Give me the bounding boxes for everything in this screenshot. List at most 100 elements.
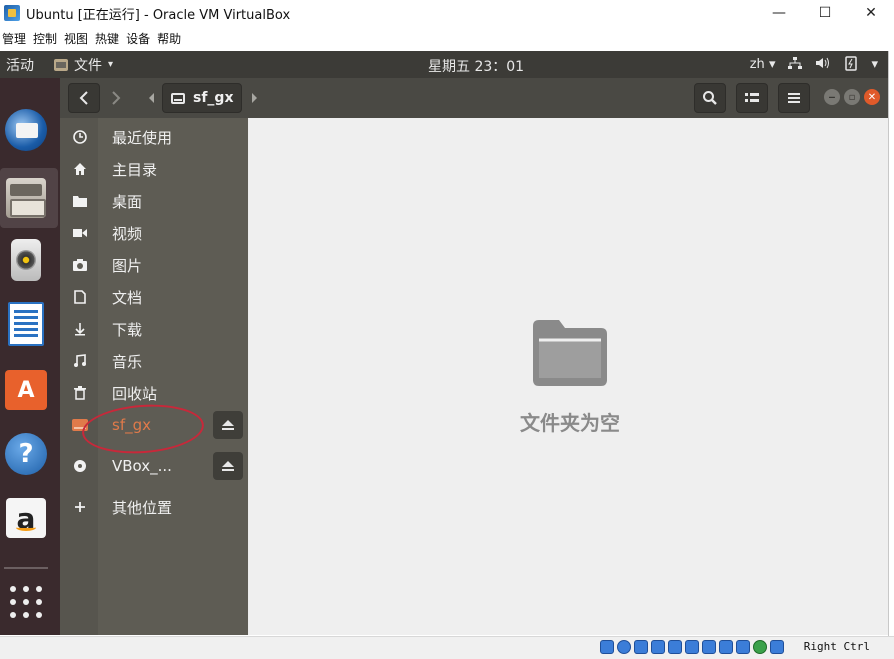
video-capture-icon[interactable]	[719, 640, 733, 654]
display-icon[interactable]	[702, 640, 716, 654]
volume-icon[interactable]	[815, 56, 831, 74]
music-icon	[72, 353, 88, 369]
files-launcher[interactable]	[4, 176, 48, 220]
network-icon[interactable]	[787, 56, 803, 74]
sidebar-item-label: 图片	[112, 256, 143, 275]
host-window-controls: — ☐ ✕	[756, 0, 894, 26]
rhythmbox-launcher[interactable]	[4, 238, 48, 282]
path-scroll-right[interactable]	[246, 83, 262, 113]
host-status-bar: Right Ctrl	[0, 636, 894, 659]
window-buttons: ‒ ▫ ✕	[824, 89, 880, 105]
empty-folder-message: 文件夹为空	[520, 411, 620, 435]
path-bar-current[interactable]: sf_gx	[162, 83, 242, 113]
trash-icon	[72, 385, 88, 401]
chevron-left-icon	[79, 91, 88, 105]
virtualization-icon[interactable]	[736, 640, 750, 654]
view-toggle-button[interactable]	[736, 83, 768, 113]
close-window-button[interactable]: ✕	[864, 89, 880, 105]
audio-icon[interactable]	[634, 640, 648, 654]
hard-disk-icon[interactable]	[600, 640, 614, 654]
places-sidebar: 最近使用 主目录 桌面 视频 图片 文档 下载 音乐 回收站 sf_gx VBo…	[60, 118, 248, 635]
menu-hotkey[interactable]: 热键	[95, 30, 126, 47]
file-view[interactable]: 文件夹为空	[249, 118, 888, 635]
chevron-right-icon	[112, 91, 121, 105]
help-launcher[interactable]: ?	[4, 432, 48, 476]
optical-drive-icon[interactable]	[617, 640, 631, 654]
sidebar-item-home[interactable]: 主目录	[60, 154, 248, 184]
plus-icon	[72, 499, 88, 515]
input-method-indicator[interactable]: zh ▾	[750, 57, 776, 72]
sidebar-item-documents[interactable]: 文档	[60, 282, 248, 312]
sidebar-item-pictures[interactable]: 图片	[60, 250, 248, 280]
menu-view[interactable]: 视图	[64, 30, 95, 47]
sidebar-item-videos[interactable]: 视频	[60, 218, 248, 248]
sidebar-item-downloads[interactable]: 下载	[60, 314, 248, 344]
sidebar-item-music[interactable]: 音乐	[60, 346, 248, 376]
chevron-down-icon: ▾	[871, 57, 878, 72]
keyboard-capture-icon[interactable]	[770, 640, 784, 654]
host-menu-bar: 管理 控制 视图 热键 设备 帮助	[0, 26, 894, 50]
clock-icon	[72, 129, 88, 145]
search-button[interactable]	[694, 83, 726, 113]
help-icon: ?	[5, 433, 47, 475]
home-icon	[72, 161, 88, 177]
files-icon	[6, 178, 46, 218]
minimize-button[interactable]: —	[756, 0, 802, 26]
writer-launcher[interactable]	[4, 302, 48, 346]
amazon-icon: a	[6, 498, 46, 538]
folder-icon	[72, 193, 88, 209]
header-bar: sf_gx ‒ ▫ ✕	[60, 78, 888, 118]
sidebar-item-label: 回收站	[112, 384, 158, 403]
menu-devices[interactable]: 设备	[126, 30, 157, 47]
show-applications-icon	[8, 584, 44, 620]
usb-icon[interactable]	[668, 640, 682, 654]
app-menu-label: 文件	[74, 57, 102, 74]
sidebar-item-recent[interactable]: 最近使用	[60, 122, 248, 152]
eject-button[interactable]	[213, 452, 243, 480]
hamburger-icon	[788, 93, 800, 103]
thunderbird-launcher[interactable]	[4, 108, 48, 152]
input-method-label: zh	[749, 57, 765, 72]
menu-help[interactable]: 帮助	[157, 30, 188, 47]
minimize-window-button[interactable]: ‒	[824, 89, 840, 105]
host-window-right-edge	[888, 51, 894, 636]
device-status-icons	[600, 640, 784, 654]
sidebar-item-label: 音乐	[112, 352, 143, 371]
menu-button[interactable]	[778, 83, 810, 113]
sidebar-item-other-locations[interactable]: 其他位置	[60, 492, 248, 522]
maximize-button[interactable]: ☐	[802, 0, 848, 26]
drive-icon	[171, 92, 185, 104]
eject-button[interactable]	[213, 411, 243, 439]
close-button[interactable]: ✕	[848, 0, 894, 26]
empty-folder-icon	[533, 320, 607, 386]
show-applications-button[interactable]	[4, 580, 48, 624]
path-scroll-left[interactable]	[144, 83, 160, 113]
sidebar-item-label: VBox_...	[112, 457, 172, 475]
sidebar-item-label: 主目录	[112, 160, 158, 179]
chevron-down-icon: ▾	[108, 59, 114, 70]
rhythmbox-icon	[11, 239, 41, 281]
activities-button[interactable]: 活动	[6, 55, 34, 75]
path-label: sf_gx	[193, 90, 234, 106]
app-menu[interactable]: 文件 ▾	[54, 55, 113, 75]
camera-icon	[72, 257, 88, 273]
sidebar-item-trash[interactable]: 回收站	[60, 378, 248, 408]
amazon-launcher[interactable]: a	[4, 496, 48, 540]
files-app-icon	[54, 58, 68, 71]
mouse-integration-icon[interactable]	[753, 640, 767, 654]
menu-manage[interactable]: 管理	[0, 30, 33, 47]
sidebar-item-desktop[interactable]: 桌面	[60, 186, 248, 216]
guest-top-bar: 活动 文件 ▾ 星期五 23：01 zh ▾ ▾	[0, 51, 888, 78]
power-icon[interactable]	[843, 55, 859, 75]
host-title-bar: Ubuntu [正在运行] - Oracle VM VirtualBox — ☐…	[0, 0, 894, 26]
back-button[interactable]	[68, 83, 100, 113]
forward-button[interactable]	[100, 83, 132, 113]
virtualbox-icon	[4, 5, 20, 21]
shared-folders-icon[interactable]	[685, 640, 699, 654]
maximize-window-button[interactable]: ▫	[844, 89, 860, 105]
software-launcher[interactable]: A	[4, 368, 48, 412]
clock[interactable]: 星期五 23：01	[428, 56, 524, 76]
list-view-icon	[745, 93, 759, 102]
network-adapter-icon[interactable]	[651, 640, 665, 654]
menu-control[interactable]: 控制	[33, 30, 64, 47]
